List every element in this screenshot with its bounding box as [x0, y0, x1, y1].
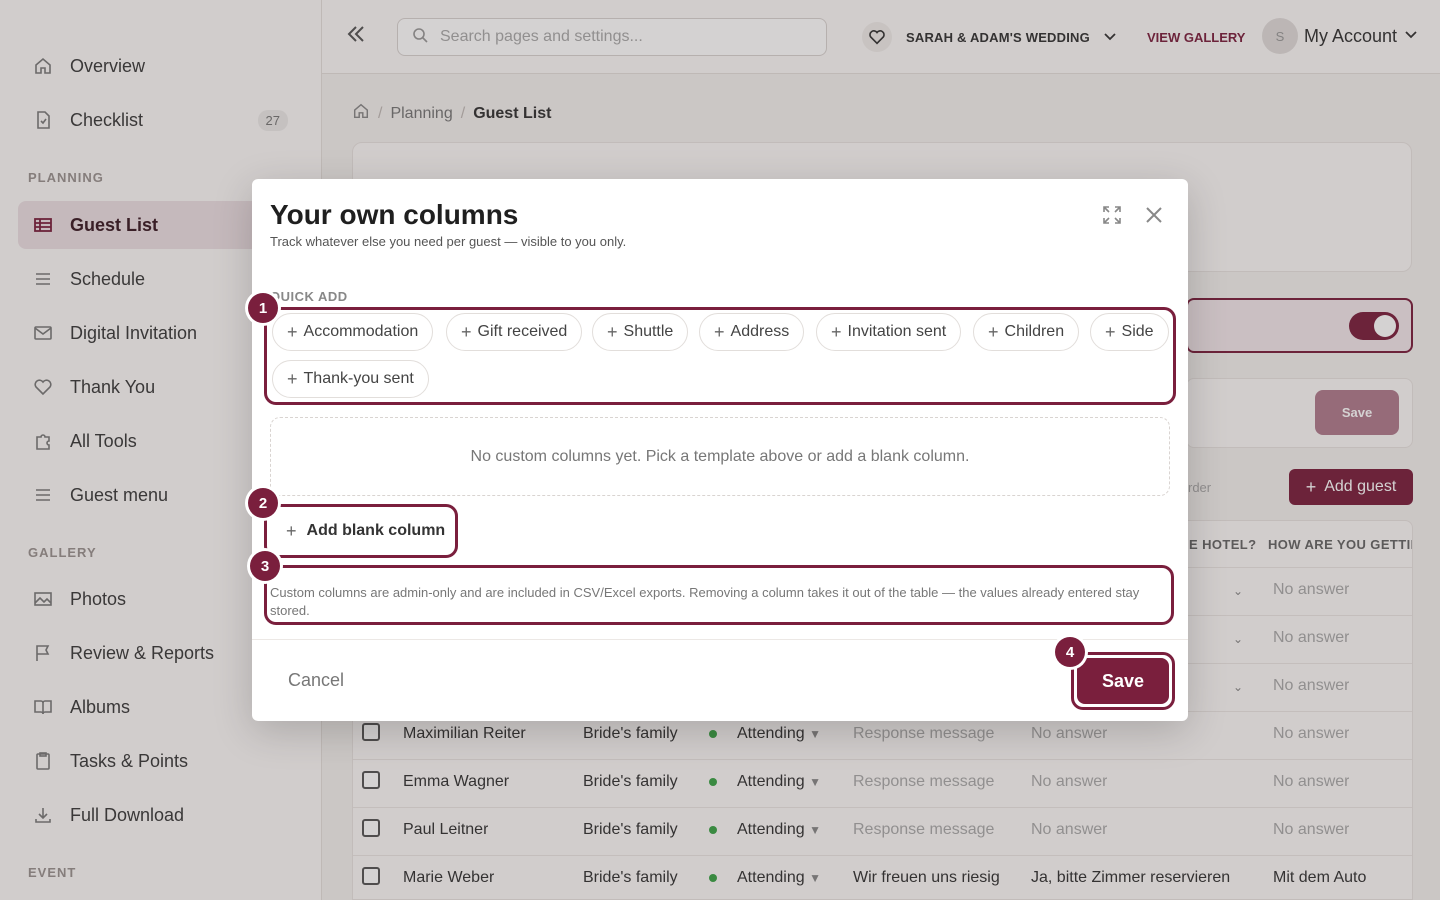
chip-children[interactable]: + Children — [973, 313, 1080, 351]
plus-icon: + — [1105, 321, 1116, 342]
chip-label: Gift received — [477, 323, 568, 340]
plus-icon: + — [286, 520, 297, 541]
plus-icon: + — [287, 321, 298, 342]
plus-icon: + — [988, 321, 999, 342]
chip-label: Children — [1004, 323, 1065, 340]
step-marker-4: 4 — [1055, 637, 1085, 667]
expand-icon[interactable] — [1100, 203, 1124, 227]
empty-state: No custom columns yet. Pick a template a… — [270, 417, 1170, 496]
chip-label: Thank-you sent — [303, 370, 414, 387]
chip-label: Side — [1121, 323, 1154, 340]
chip-invitation-sent[interactable]: + Invitation sent — [816, 313, 962, 351]
chip-label: Invitation sent — [847, 323, 947, 340]
plus-icon: + — [714, 321, 725, 342]
modal-subtitle: Track whatever else you need per guest —… — [270, 234, 627, 249]
chip-gift-received[interactable]: + Gift received — [446, 313, 583, 351]
chip-accommodation[interactable]: + Accommodation — [272, 313, 434, 351]
modal-footer: Cancel Save — [252, 639, 1188, 721]
add-blank-label: Add blank column — [306, 522, 446, 539]
chip-label: Address — [730, 323, 790, 340]
plus-icon: + — [607, 321, 618, 342]
add-blank-column-button[interactable]: + Add blank column — [272, 512, 450, 550]
step-marker-2: 2 — [248, 488, 278, 518]
quick-add-label: QUICK ADD — [270, 289, 348, 304]
chip-label: Accommodation — [303, 323, 419, 340]
cancel-button[interactable]: Cancel — [288, 670, 344, 691]
step-marker-3: 3 — [250, 551, 280, 581]
chip-thank-you-sent[interactable]: + Thank-you sent — [272, 360, 429, 398]
chip-label: Shuttle — [623, 323, 674, 340]
modal-title: Your own columns — [270, 199, 519, 230]
plus-icon: + — [831, 321, 842, 342]
plus-icon: + — [287, 368, 298, 389]
step-marker-1: 1 — [248, 293, 278, 323]
save-button[interactable]: Save — [1077, 658, 1169, 704]
plus-icon: + — [461, 321, 472, 342]
chip-address[interactable]: + Address — [699, 313, 805, 351]
chip-side[interactable]: + Side — [1090, 313, 1169, 351]
export-note: Custom columns are admin-only and are in… — [270, 585, 1140, 618]
close-icon[interactable] — [1142, 203, 1166, 227]
chip-shuttle[interactable]: + Shuttle — [592, 313, 689, 351]
custom-columns-modal: Your own columns Track whatever else you… — [248, 179, 1188, 721]
